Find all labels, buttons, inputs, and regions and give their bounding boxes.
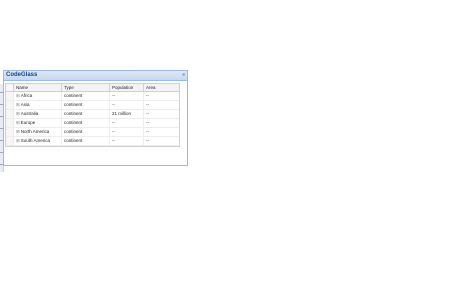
area-cell: --	[146, 93, 149, 98]
grid-body: ⊞Africa continent -- -- ⊞Asia continent -- -- ⊞A…	[6, 92, 179, 146]
area-cell: --	[146, 111, 149, 116]
expand-icon[interactable]: ⊞	[16, 138, 20, 143]
type-cell: continent	[62, 92, 110, 100]
row-name: Africa	[20, 93, 33, 98]
row-name: Asia	[20, 102, 30, 107]
area-cell: --	[146, 138, 149, 143]
area-cell: --	[146, 102, 149, 107]
population-cell: --	[110, 137, 144, 145]
column-header-type[interactable]: Type	[62, 84, 110, 91]
row-selector[interactable]	[6, 137, 14, 145]
table-row[interactable]: ⊞Asia continent -- --	[6, 101, 179, 110]
row-selector[interactable]	[6, 110, 14, 118]
type-cell: continent	[62, 110, 110, 118]
collapse-icon[interactable]: «	[182, 72, 185, 78]
data-grid: Name Type Population Area ⊞Africa contine…	[5, 83, 180, 147]
population-cell: --	[110, 92, 144, 100]
population-cell: --	[110, 119, 144, 127]
expand-icon[interactable]: ⊞	[16, 120, 20, 125]
table-row[interactable]: ⊞North America continent -- --	[6, 128, 179, 137]
grid-header-spacer	[6, 84, 14, 91]
row-name: Europe	[20, 120, 36, 125]
codeglass-panel: CodeGlass « Name Type Population Area ⊞A…	[3, 70, 188, 166]
name-cell: ⊞Australia	[14, 110, 62, 118]
expand-icon[interactable]: ⊞	[16, 129, 20, 134]
population-cell: 21 million	[110, 110, 144, 118]
row-name: North America	[20, 129, 50, 134]
table-row[interactable]: ⊞Europe continent -- --	[6, 119, 179, 128]
panel-header: CodeGlass «	[4, 71, 187, 81]
area-cell: --	[146, 120, 149, 125]
name-cell: ⊞North America	[14, 128, 62, 136]
name-cell: ⊞Africa	[14, 92, 62, 100]
row-name: Australia	[20, 111, 39, 116]
population-cell: --	[110, 101, 144, 109]
type-cell: continent	[62, 137, 110, 145]
type-cell: continent	[62, 119, 110, 127]
area-cell: --	[146, 129, 149, 134]
type-cell: continent	[62, 128, 110, 136]
table-row[interactable]: ⊞Africa continent -- --	[6, 92, 179, 101]
expand-icon[interactable]: ⊞	[16, 93, 20, 98]
row-selector[interactable]	[6, 119, 14, 127]
table-row[interactable]: ⊞South America continent -- --	[6, 137, 179, 146]
population-cell: --	[110, 128, 144, 136]
name-cell: ⊞Asia	[14, 101, 62, 109]
table-row[interactable]: ⊞Australia continent 21 million --	[6, 110, 179, 119]
grid-header: Name Type Population Area	[6, 84, 179, 92]
column-header-name[interactable]: Name	[14, 84, 62, 91]
expand-icon[interactable]: ⊞	[16, 111, 20, 116]
row-selector[interactable]	[6, 128, 14, 136]
type-cell: continent	[62, 101, 110, 109]
row-selector[interactable]	[6, 101, 14, 109]
column-header-area[interactable]: Area	[144, 84, 179, 91]
row-name: South America	[20, 138, 51, 143]
name-cell: ⊞Europe	[14, 119, 62, 127]
column-header-population[interactable]: Population	[110, 84, 144, 91]
name-cell: ⊞South America	[14, 137, 62, 145]
row-selector[interactable]	[6, 92, 14, 100]
panel-title: CodeGlass	[6, 72, 38, 78]
expand-icon[interactable]: ⊞	[16, 102, 20, 107]
